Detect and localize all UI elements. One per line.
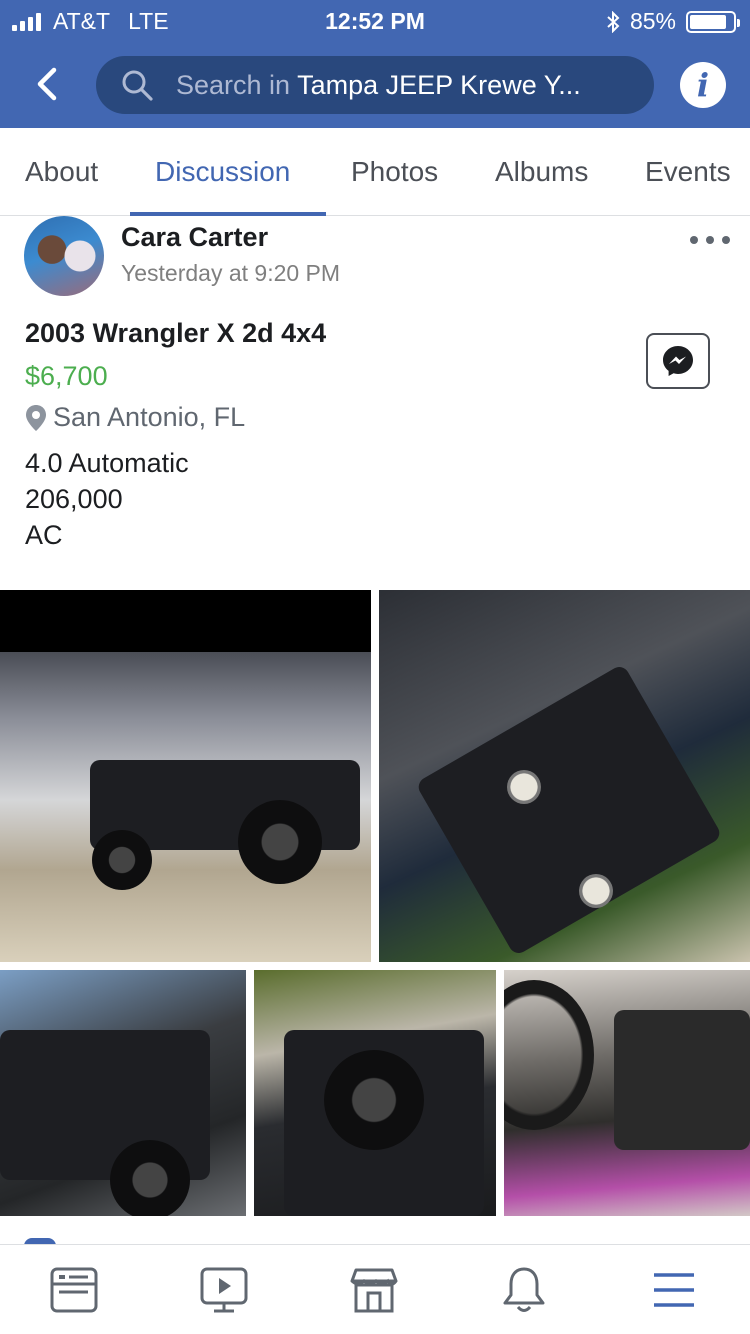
marketplace-icon: [350, 1268, 398, 1313]
post-timestamp[interactable]: Yesterday at 9:20 PM: [121, 260, 340, 287]
bluetooth-icon: [607, 10, 620, 33]
nav-news-feed-button[interactable]: [48, 1265, 104, 1315]
battery-percent: 85%: [629, 8, 676, 34]
status-bar: AT&T LTE 12:52 PM 85%: [0, 0, 750, 40]
steering-wheel: [504, 980, 594, 1130]
tab-albums[interactable]: Albums: [495, 156, 588, 188]
nav-menu-button[interactable]: [648, 1265, 704, 1315]
more-options-button[interactable]: [690, 228, 730, 252]
search-group-name: Tampa JEEP Krewe Y...: [297, 69, 581, 100]
avatar[interactable]: [24, 216, 104, 296]
spare-tire: [324, 1050, 424, 1150]
message-seller-button[interactable]: [646, 333, 710, 389]
notifications-bell-icon: [503, 1267, 545, 1312]
jeep-silhouette: [415, 663, 723, 957]
wheel: [110, 1140, 190, 1216]
tab-about[interactable]: About: [25, 156, 98, 188]
nav-watch-button[interactable]: [198, 1265, 254, 1315]
top-bar: AT&T LTE 12:52 PM 85% Search in Tampa JE…: [0, 0, 750, 128]
more-dot: [690, 236, 698, 244]
nav-notifications-button[interactable]: [498, 1265, 554, 1315]
headlight: [579, 874, 613, 908]
post-author[interactable]: Cara Carter: [121, 222, 268, 253]
listing-photo[interactable]: [379, 590, 750, 962]
search-icon: [122, 70, 153, 101]
info-icon: i: [696, 66, 710, 104]
listing-photo[interactable]: [0, 970, 246, 1216]
description-line: AC: [25, 520, 63, 550]
listing-title: 2003 Wrangler X 2d 4x4: [25, 318, 327, 348]
description-line: 4.0 Automatic: [25, 448, 189, 478]
tab-discussion[interactable]: Discussion: [155, 156, 290, 188]
location-text: San Antonio, FL: [53, 402, 246, 432]
nav-marketplace-button[interactable]: [348, 1265, 404, 1315]
group-search-input[interactable]: Search in Tampa JEEP Krewe Y...: [96, 56, 654, 114]
active-tab-indicator: [130, 212, 326, 216]
listing-location: San Antonio, FL: [25, 402, 245, 433]
group-tabs: About Discussion Photos Albums Events: [0, 128, 750, 216]
listing-photo[interactable]: [254, 970, 496, 1216]
tab-events[interactable]: Events: [645, 156, 731, 188]
location-pin-icon: [26, 404, 46, 431]
bottom-navigation: [0, 1245, 750, 1334]
listing-photo[interactable]: [0, 590, 371, 962]
battery-icon: [686, 10, 740, 33]
wheel: [92, 830, 152, 890]
listing-price: $6,700: [25, 361, 108, 391]
headlight: [507, 770, 541, 804]
watch-video-icon: [200, 1267, 248, 1313]
dashboard-console: [614, 1010, 750, 1150]
tab-photos[interactable]: Photos: [351, 156, 438, 188]
menu-icon: [654, 1273, 694, 1307]
messenger-icon: [663, 346, 693, 376]
info-button[interactable]: i: [680, 62, 726, 108]
news-feed-icon: [50, 1267, 98, 1313]
description-line: 206,000: [25, 484, 123, 514]
more-dot: [706, 236, 714, 244]
more-dot: [722, 236, 730, 244]
listing-photo[interactable]: [504, 970, 750, 1216]
wheel: [238, 800, 322, 884]
chevron-left-icon: [37, 67, 57, 101]
search-placeholder: Search in Tampa JEEP Krewe Y...: [176, 69, 581, 100]
back-button[interactable]: [28, 64, 68, 104]
